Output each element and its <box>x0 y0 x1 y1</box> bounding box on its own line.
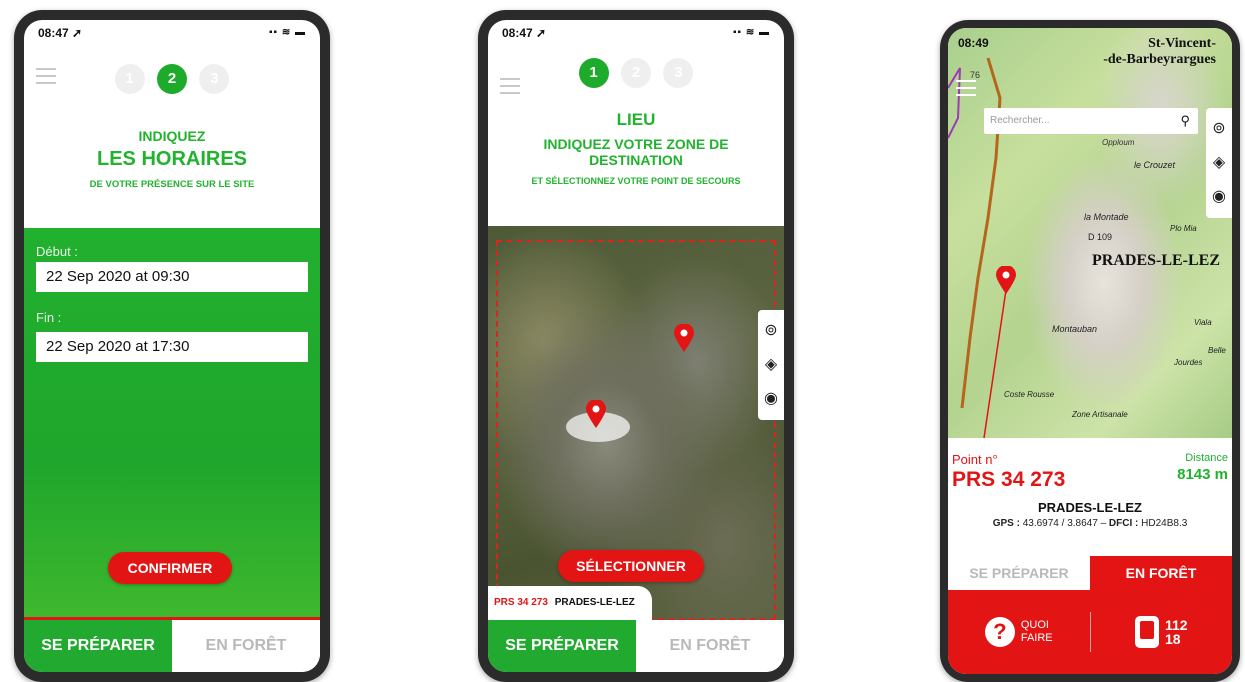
rescue-point-screen: 08:49 St-Vincent- -de-Barbeyrargues 76 O… <box>948 28 1232 674</box>
help-label-1: QUOI <box>1020 619 1049 631</box>
point-town: PRADES-LE-LEZ <box>1038 500 1142 515</box>
select-button[interactable]: SÉLECTIONNER <box>558 550 704 582</box>
bottom-tab-bar: SE PRÉPARER EN FORÊT <box>488 620 784 672</box>
point-code: PRS 34 273 <box>952 468 1066 491</box>
status-time: 08:47 ➚ <box>38 26 83 40</box>
confirm-button[interactable]: CONFIRMER <box>108 552 232 584</box>
point-info-panel: Point n° PRS 34 273 Distance 8143 m PRAD… <box>948 438 1232 556</box>
phone-frame-rescue-point: 08:49 St-Vincent- -de-Barbeyrargues 76 O… <box>940 20 1240 682</box>
mode-tab-bar: SE PRÉPARER EN FORÊT <box>948 556 1232 590</box>
green-form-panel: Début : 22 Sep 2020 at 09:30 Fin : 22 Se… <box>24 228 320 620</box>
heading-line2: INDIQUEZ VOTRE ZONE DE DESTINATION <box>543 136 729 168</box>
locate-icon[interactable]: ◉ <box>764 382 778 416</box>
step-2[interactable]: 2 <box>621 58 651 88</box>
heading-line1: LIEU <box>616 110 656 129</box>
phone-frame-schedule: 08:47 ➚ ▪▪ ≋ ▬ 1 2 3 INDIQUEZ LES HORAIR… <box>14 10 330 682</box>
question-icon: ? <box>984 617 1015 647</box>
step-1[interactable]: 1 <box>114 64 145 94</box>
point-town: PRADES-LE-LEZ <box>554 597 635 608</box>
what-to-do-button[interactable]: ? QUOI FAIRE <box>948 617 1090 647</box>
route-line <box>948 57 1007 438</box>
zoom-search-icon[interactable]: ⊚ <box>1212 112 1225 146</box>
start-label: Début : <box>36 244 78 259</box>
menu-icon[interactable] <box>956 80 976 96</box>
tab-se-preparer[interactable]: SE PRÉPARER <box>488 620 636 672</box>
distance-label: Distance <box>1185 452 1228 464</box>
topo-map[interactable]: 08:49 St-Vincent- -de-Barbeyrargues 76 O… <box>948 28 1232 438</box>
map-pin-icon[interactable] <box>996 266 1016 294</box>
bottom-tab-bar: SE PRÉPARER EN FORÊT <box>24 620 320 672</box>
point-code: PRS 34 273 <box>494 597 548 608</box>
heading-line3: ET SÉLECTIONNEZ VOTRE POINT DE SECOURS <box>531 176 741 186</box>
phone-frame-location: 08:47 ➚ ▪▪ ≋ ▬ 1 2 3 LIEU INDIQUEZ VOTRE… <box>478 10 794 682</box>
locate-icon[interactable]: ◉ <box>1212 180 1226 214</box>
map-pin-icon[interactable] <box>586 400 606 428</box>
heading-line3: DE VOTRE PRÉSENCE SUR LE SITE <box>89 179 255 190</box>
phone-icon <box>1134 616 1159 648</box>
tab-se-preparer[interactable]: SE PRÉPARER <box>948 556 1090 590</box>
search-placeholder: Rechercher... <box>990 115 1050 126</box>
emergency-number-2: 18 <box>1164 631 1181 647</box>
end-datetime-field[interactable]: 22 Sep 2020 at 17:30 <box>36 332 308 362</box>
status-bar: 08:47 ➚ ▪▪ ≋ ▬ <box>488 20 784 46</box>
selected-point-chip[interactable]: PRS 34 273 PRADES-LE-LEZ <box>488 586 652 620</box>
tab-se-preparer[interactable]: SE PRÉPARER <box>24 620 172 672</box>
map-controls: ⊚ ◈ ◉ <box>1206 108 1232 218</box>
status-icons: ▪▪ ≋ ▬ <box>268 27 306 38</box>
heading-line1: INDIQUEZ <box>138 128 206 144</box>
tab-en-foret[interactable]: EN FORÊT <box>172 620 320 672</box>
step-3[interactable]: 3 <box>663 58 694 88</box>
emergency-number-1: 112 <box>1164 617 1188 633</box>
emergency-bar: ? QUOI FAIRE 112 18 <box>948 590 1232 674</box>
layers-icon[interactable]: ◈ <box>765 348 777 382</box>
start-datetime-field[interactable]: 22 Sep 2020 at 09:30 <box>36 262 308 292</box>
status-time: 08:47 ➚ <box>502 26 547 40</box>
step-indicator: 1 2 3 <box>488 58 784 88</box>
distance-value: 8143 m <box>1177 466 1228 483</box>
gps-line: GPS : 43.6974 / 3.8647 – DFCI : HD24B8.3 <box>992 518 1188 529</box>
end-label: Fin : <box>36 310 62 325</box>
step-2[interactable]: 2 <box>157 64 187 94</box>
status-icons: ▪▪ ≋ ▬ <box>732 27 770 38</box>
schedule-screen: 08:47 ➚ ▪▪ ≋ ▬ 1 2 3 INDIQUEZ LES HORAIR… <box>24 20 320 672</box>
location-screen: 08:47 ➚ ▪▪ ≋ ▬ 1 2 3 LIEU INDIQUEZ VOTRE… <box>488 20 784 672</box>
satellite-map[interactable]: ⊚ ◈ ◉ SÉLECTIONNER PRS 34 273 PRADES-LE-… <box>488 226 784 620</box>
map-controls: ⊚ ◈ ◉ <box>758 310 784 420</box>
search-icon[interactable]: ⚲ <box>1180 108 1190 134</box>
heading-line2: LES HORAIRES <box>96 148 248 170</box>
layers-icon[interactable]: ◈ <box>1213 146 1225 180</box>
status-bar: 08:47 ➚ ▪▪ ≋ ▬ <box>24 20 320 46</box>
map-search-field[interactable]: Rechercher... ⚲ <box>984 108 1198 134</box>
step-1[interactable]: 1 <box>578 58 609 88</box>
tab-en-foret[interactable]: EN FORÊT <box>1090 556 1232 590</box>
tab-en-foret[interactable]: EN FORÊT <box>636 620 784 672</box>
map-pin-icon[interactable] <box>674 324 694 352</box>
step-3[interactable]: 3 <box>199 64 230 94</box>
emergency-call-button[interactable]: 112 18 <box>1091 616 1233 648</box>
point-label: Point n° <box>952 452 998 467</box>
step-indicator: 1 2 3 <box>24 64 320 94</box>
help-label-2: FAIRE <box>1020 632 1053 644</box>
search-icon[interactable]: ⊚ <box>764 314 777 348</box>
